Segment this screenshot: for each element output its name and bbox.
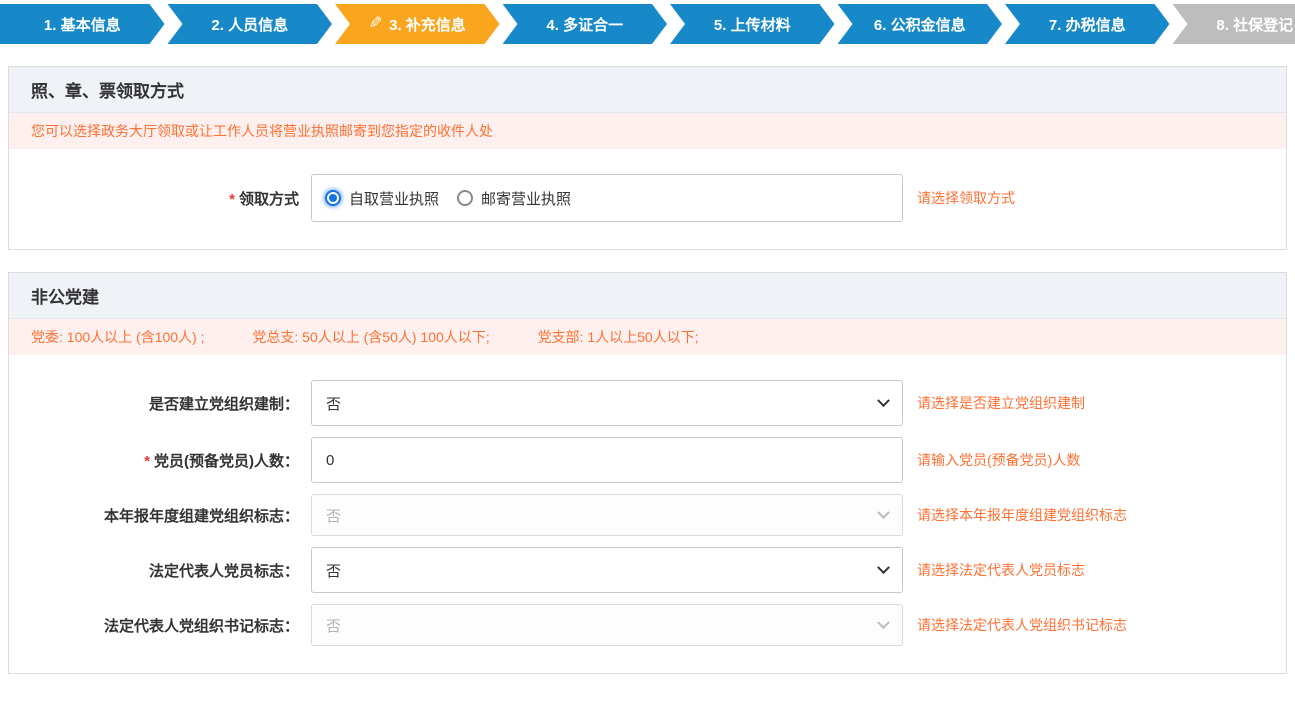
section-notice: 您可以选择政务大厅领取或让工作人员将营业执照邮寄到您指定的收件人处 bbox=[9, 113, 1286, 149]
step-tab-basic-info[interactable]: 1. 基本信息 bbox=[0, 4, 165, 44]
party-org-select[interactable]: 否 bbox=[311, 380, 903, 426]
field-control: 否 bbox=[311, 380, 903, 426]
field-hint: 请选择法定代表人党员标志 bbox=[917, 560, 1085, 580]
step-tab-personnel-info[interactable]: 2. 人员信息 bbox=[168, 4, 333, 44]
field-control: 否 bbox=[311, 604, 903, 646]
step-tab-tax-info[interactable]: 7. 办税信息 bbox=[1005, 4, 1170, 44]
required-asterisk: * bbox=[229, 191, 235, 208]
party-member-count-input[interactable] bbox=[311, 437, 903, 483]
step-tab-supplementary-info[interactable]: ✎ 3. 补充信息 bbox=[335, 4, 500, 44]
chevron-down-icon bbox=[877, 616, 890, 629]
field-hint: 请输入党员(预备党员)人数 bbox=[917, 450, 1080, 470]
step-label: 8. 社保登记 bbox=[1216, 14, 1293, 35]
form-row-annual-report-flag: 本年报年度组建党组织标志： 否 请选择本年报年度组建党组织标志 bbox=[9, 494, 1286, 536]
field-label: *领取方式 bbox=[9, 188, 311, 209]
form-row-pickup-method: *领取方式 自取营业执照 邮寄营业执照 请选择领取方式 bbox=[9, 174, 1286, 222]
section-license-pickup: 照、章、票领取方式 您可以选择政务大厅领取或让工作人员将营业执照邮寄到您指定的收… bbox=[8, 66, 1287, 250]
form-row-party-member-count: *党员(预备党员)人数： 请输入党员(预备党员)人数 bbox=[9, 437, 1286, 483]
chevron-down-icon bbox=[877, 394, 890, 407]
radio-icon bbox=[457, 190, 473, 206]
step-label: 6. 公积金信息 bbox=[874, 14, 966, 35]
step-label: 7. 办税信息 bbox=[1049, 14, 1126, 35]
field-control: 自取营业执照 邮寄营业执照 bbox=[311, 174, 903, 222]
legal-rep-secretary-flag-select: 否 bbox=[311, 604, 903, 646]
select-value: 否 bbox=[326, 393, 341, 414]
notice-text: 党委: 100人以上 (含100人) ; bbox=[31, 329, 205, 345]
step-tab-upload-materials[interactable]: 5. 上传材料 bbox=[670, 4, 835, 44]
field-control bbox=[311, 437, 903, 483]
label-text: 本年报年度组建党组织标志： bbox=[104, 508, 299, 525]
field-hint: 请选择领取方式 bbox=[917, 188, 1015, 208]
step-tab-multi-cert[interactable]: 4. 多证合一 bbox=[503, 4, 668, 44]
form-row-legal-rep-secretary-flag: 法定代表人党组织书记标志： 否 请选择法定代表人党组织书记标志 bbox=[9, 604, 1286, 646]
section-notice: 党委: 100人以上 (含100人) ; 党总支: 50人以上 (含50人) 1… bbox=[9, 319, 1286, 355]
step-label: 4. 多证合一 bbox=[546, 14, 623, 35]
select-value: 否 bbox=[326, 505, 341, 526]
field-hint: 请选择是否建立党组织建制 bbox=[917, 393, 1085, 413]
radio-icon bbox=[325, 190, 341, 206]
form-row-party-org-flag: 是否建立党组织建制： 否 请选择是否建立党组织建制 bbox=[9, 380, 1286, 426]
field-control: 否 bbox=[311, 494, 903, 536]
label-text: 法定代表人党员标志： bbox=[149, 563, 299, 580]
label-text: 党员(预备党员)人数： bbox=[154, 453, 299, 470]
pickup-method-radio-group: 自取营业执照 邮寄营业执照 bbox=[311, 174, 903, 222]
notice-text: 党支部: 1人以上50人以下; bbox=[538, 329, 699, 345]
pencil-icon: ✎ bbox=[369, 16, 382, 32]
step-tab-social-security[interactable]: 8. 社保登记 bbox=[1173, 4, 1295, 44]
chevron-down-icon bbox=[877, 506, 890, 519]
section-body: *领取方式 自取营业执照 邮寄营业执照 请选择领取方式 bbox=[9, 149, 1286, 249]
field-label: 法定代表人党组织书记标志： bbox=[9, 615, 311, 636]
required-asterisk: * bbox=[144, 453, 150, 470]
select-value: 否 bbox=[326, 615, 341, 636]
step-label: 5. 上传材料 bbox=[714, 14, 791, 35]
step-label: 2. 人员信息 bbox=[211, 14, 288, 35]
notice-text: 您可以选择政务大厅领取或让工作人员将营业执照邮寄到您指定的收件人处 bbox=[31, 123, 493, 139]
label-text: 法定代表人党组织书记标志： bbox=[104, 618, 299, 635]
step-wizard: 1. 基本信息 2. 人员信息 ✎ 3. 补充信息 4. 多证合一 5. 上传材料… bbox=[0, 4, 1295, 44]
field-label: 是否建立党组织建制： bbox=[9, 393, 311, 414]
section-title: 照、章、票领取方式 bbox=[9, 67, 1286, 113]
radio-mail-delivery[interactable]: 邮寄营业执照 bbox=[457, 188, 571, 209]
select-value: 否 bbox=[326, 560, 341, 581]
notice-text: 党总支: 50人以上 (含50人) 100人以下; bbox=[252, 329, 489, 345]
legal-rep-member-flag-select[interactable]: 否 bbox=[311, 547, 903, 593]
step-label: 3. 补充信息 bbox=[389, 14, 466, 35]
radio-label: 邮寄营业执照 bbox=[481, 188, 571, 209]
section-body: 是否建立党组织建制： 否 请选择是否建立党组织建制 *党员(预备党员)人数： 请… bbox=[9, 355, 1286, 673]
radio-self-pickup[interactable]: 自取营业执照 bbox=[325, 188, 439, 209]
field-label: *党员(预备党员)人数： bbox=[9, 450, 311, 471]
field-hint: 请选择法定代表人党组织书记标志 bbox=[917, 615, 1127, 635]
form-row-legal-rep-member-flag: 法定代表人党员标志： 否 请选择法定代表人党员标志 bbox=[9, 547, 1286, 593]
field-label: 本年报年度组建党组织标志： bbox=[9, 505, 311, 526]
field-control: 否 bbox=[311, 547, 903, 593]
label-text: 领取方式 bbox=[239, 191, 299, 208]
radio-label: 自取营业执照 bbox=[349, 188, 439, 209]
label-text: 是否建立党组织建制： bbox=[149, 396, 299, 413]
step-tab-provident-fund[interactable]: 6. 公积金信息 bbox=[838, 4, 1003, 44]
field-label: 法定代表人党员标志： bbox=[9, 560, 311, 581]
section-title: 非公党建 bbox=[9, 273, 1286, 319]
chevron-down-icon bbox=[877, 561, 890, 574]
field-hint: 请选择本年报年度组建党组织标志 bbox=[917, 505, 1127, 525]
annual-report-flag-select: 否 bbox=[311, 494, 903, 536]
step-label: 1. 基本信息 bbox=[44, 14, 121, 35]
step-wizard-track: 1. 基本信息 2. 人员信息 ✎ 3. 补充信息 4. 多证合一 5. 上传材料… bbox=[0, 4, 1295, 44]
section-party-building: 非公党建 党委: 100人以上 (含100人) ; 党总支: 50人以上 (含5… bbox=[8, 272, 1287, 674]
